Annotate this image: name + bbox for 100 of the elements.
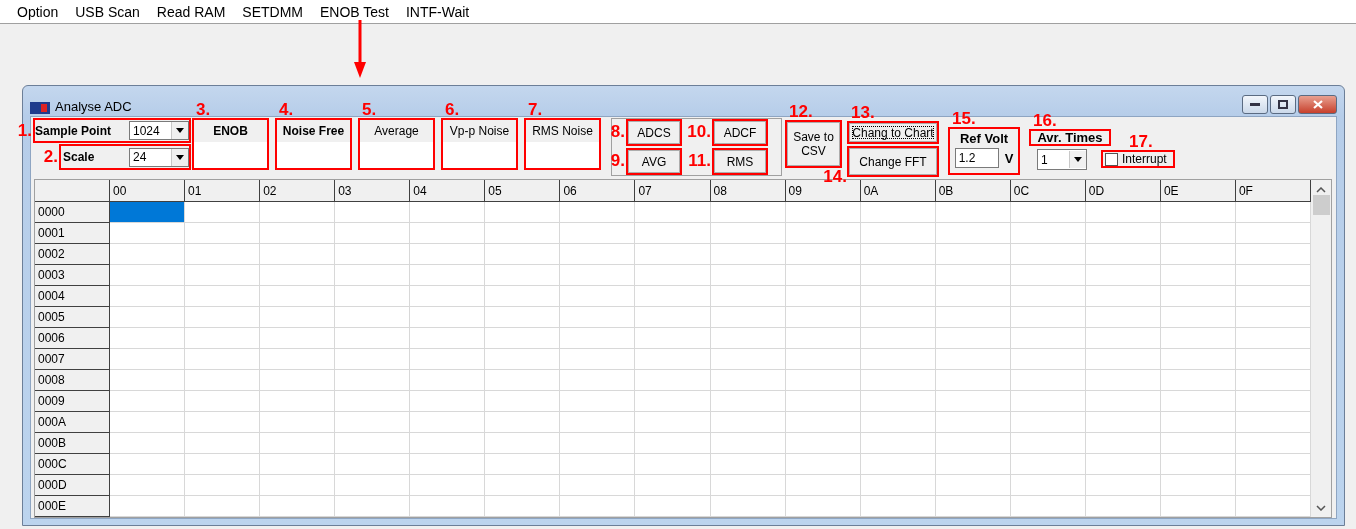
table-cell[interactable] — [410, 307, 486, 328]
table-cell[interactable] — [635, 496, 711, 517]
table-cell[interactable] — [260, 244, 336, 265]
table-cell[interactable] — [635, 328, 711, 349]
checkbox[interactable] — [1105, 152, 1118, 166]
table-cell[interactable] — [560, 370, 636, 391]
table-cell[interactable] — [1160, 244, 1236, 265]
fft-button[interactable]: Change FFT — [849, 148, 937, 175]
table-cell[interactable] — [935, 265, 1011, 286]
menu-item[interactable]: Read RAM — [156, 3, 226, 20]
table-cell[interactable] — [635, 349, 711, 370]
table-cell[interactable] — [1235, 391, 1311, 412]
table-cell[interactable] — [1085, 475, 1161, 496]
table-cell[interactable] — [1160, 202, 1236, 223]
table-cell[interactable] — [785, 433, 861, 454]
table-cell[interactable] — [560, 349, 636, 370]
table-cell[interactable] — [560, 496, 636, 517]
dropdown[interactable]: 24 — [129, 147, 189, 167]
table-cell[interactable] — [560, 412, 636, 433]
table-cell[interactable] — [860, 328, 936, 349]
menu-item[interactable]: Option — [17, 3, 59, 20]
table-cell[interactable] — [485, 496, 561, 517]
table-cell[interactable] — [335, 223, 411, 244]
table-cell[interactable] — [260, 307, 336, 328]
minimize-button[interactable] — [1242, 94, 1268, 114]
table-cell[interactable] — [560, 265, 636, 286]
table-cell[interactable] — [1085, 202, 1161, 223]
table-cell[interactable] — [1010, 454, 1086, 475]
table-cell[interactable] — [710, 265, 786, 286]
table-cell[interactable] — [1085, 286, 1161, 307]
table-cell[interactable] — [1160, 370, 1236, 391]
table-cell[interactable] — [935, 496, 1011, 517]
table-cell[interactable] — [860, 244, 936, 265]
table-cell[interactable] — [560, 391, 636, 412]
table-cell[interactable] — [635, 412, 711, 433]
table-cell[interactable] — [1160, 307, 1236, 328]
table-cell[interactable] — [935, 286, 1011, 307]
table-cell[interactable] — [485, 265, 561, 286]
table-cell[interactable] — [785, 223, 861, 244]
table-cell[interactable] — [110, 202, 186, 223]
table-cell[interactable] — [335, 307, 411, 328]
input-field[interactable]: 1.2 — [954, 148, 999, 168]
table-cell[interactable] — [485, 223, 561, 244]
table-cell[interactable] — [785, 307, 861, 328]
table-cell[interactable] — [785, 349, 861, 370]
table-cell[interactable] — [560, 223, 636, 244]
table-cell[interactable] — [1160, 433, 1236, 454]
table-cell[interactable] — [635, 370, 711, 391]
table-cell[interactable] — [710, 391, 786, 412]
chart-button[interactable]: Chang to Chart — [849, 123, 937, 142]
table-cell[interactable] — [1235, 412, 1311, 433]
table-cell[interactable] — [860, 307, 936, 328]
table-cell[interactable] — [185, 328, 261, 349]
table-cell[interactable] — [110, 223, 186, 244]
table-cell[interactable] — [335, 286, 411, 307]
table-cell[interactable] — [260, 328, 336, 349]
table-cell[interactable] — [335, 370, 411, 391]
table-cell[interactable] — [1235, 286, 1311, 307]
scroll-thumb[interactable] — [1312, 195, 1330, 215]
table-cell[interactable] — [935, 454, 1011, 475]
table-cell[interactable] — [710, 202, 786, 223]
table-cell[interactable] — [410, 328, 486, 349]
table-cell[interactable] — [485, 370, 561, 391]
table-cell[interactable] — [1235, 265, 1311, 286]
table-cell[interactable] — [935, 370, 1011, 391]
table-cell[interactable] — [635, 223, 711, 244]
table-cell[interactable] — [110, 265, 186, 286]
table-cell[interactable] — [335, 202, 411, 223]
table-cell[interactable] — [1085, 349, 1161, 370]
table-cell[interactable] — [485, 307, 561, 328]
table-cell[interactable] — [635, 307, 711, 328]
table-cell[interactable] — [710, 475, 786, 496]
table-cell[interactable] — [485, 412, 561, 433]
table-cell[interactable] — [485, 244, 561, 265]
table-cell[interactable] — [860, 433, 936, 454]
table-cell[interactable] — [1085, 433, 1161, 454]
table-cell[interactable] — [185, 475, 261, 496]
table-cell[interactable] — [560, 286, 636, 307]
table-cell[interactable] — [935, 244, 1011, 265]
table-cell[interactable] — [110, 307, 186, 328]
table-cell[interactable] — [860, 412, 936, 433]
table-cell[interactable] — [710, 496, 786, 517]
table-cell[interactable] — [410, 391, 486, 412]
table-cell[interactable] — [935, 349, 1011, 370]
table-cell[interactable] — [1085, 328, 1161, 349]
table-cell[interactable] — [1085, 223, 1161, 244]
table-cell[interactable] — [710, 370, 786, 391]
table-cell[interactable] — [1235, 475, 1311, 496]
table-cell[interactable] — [560, 454, 636, 475]
table-cell[interactable] — [785, 286, 861, 307]
table-cell[interactable] — [1010, 349, 1086, 370]
table-cell[interactable] — [935, 307, 1011, 328]
table-cell[interactable] — [1160, 454, 1236, 475]
table-cell[interactable] — [860, 454, 936, 475]
table-cell[interactable] — [1235, 496, 1311, 517]
table-cell[interactable] — [860, 349, 936, 370]
table-cell[interactable] — [1235, 454, 1311, 475]
table-cell[interactable] — [410, 433, 486, 454]
table-cell[interactable] — [410, 286, 486, 307]
table-cell[interactable] — [785, 391, 861, 412]
